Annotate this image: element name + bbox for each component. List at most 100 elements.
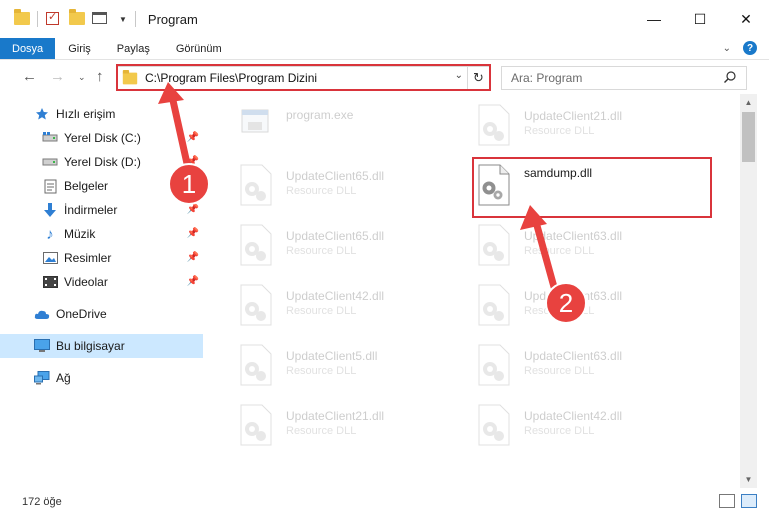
download-icon — [42, 202, 58, 218]
star-icon — [34, 106, 50, 122]
sidebar-item-local-disk-c[interactable]: Yerel Disk (C:) 📌 — [0, 126, 203, 150]
pin-icon[interactable]: 📌 — [187, 180, 199, 191]
scroll-up-icon[interactable]: ▲ — [740, 94, 757, 111]
drive-icon — [42, 130, 58, 146]
divider — [134, 11, 136, 27]
documents-icon — [42, 178, 58, 194]
pin-icon[interactable]: 📌 — [187, 204, 199, 215]
sidebar-item-label: Yerel Disk (D:) — [64, 155, 141, 169]
computer-icon — [34, 338, 50, 354]
sidebar-item-music[interactable]: ♪ Müzik 📌 — [0, 222, 203, 246]
pin-icon[interactable]: 📌 — [187, 132, 199, 143]
pin-icon[interactable]: 📌 — [187, 252, 199, 263]
file-item[interactable]: UpdateClient63.dll Resource DLL — [454, 336, 690, 388]
quick-access-toolbar: ▼ — [0, 0, 144, 38]
exe-file-icon — [241, 109, 269, 133]
file-item[interactable]: UpdateClient65.dll Resource DLL — [216, 156, 452, 208]
sidebar-item-label: Bu bilgisayar — [56, 339, 125, 353]
music-icon: ♪ — [46, 225, 54, 243]
dll-file-icon — [240, 344, 272, 386]
maximize-button[interactable]: ☐ — [677, 0, 723, 38]
help-icon[interactable]: ? — [743, 41, 757, 55]
pin-icon[interactable]: 📌 — [187, 228, 199, 239]
pin-icon[interactable]: 📌 — [187, 276, 199, 287]
file-highlight-box — [472, 157, 712, 218]
vertical-scrollbar[interactable]: ▲ ▼ — [740, 94, 757, 488]
file-item[interactable]: UpdateClient21.dll Resource DLL — [216, 396, 452, 448]
sidebar-item-documents[interactable]: Belgeler 📌 — [0, 174, 203, 198]
close-button[interactable]: ✕ — [723, 0, 769, 38]
drive-icon — [42, 154, 58, 170]
file-list: program.exe UpdateClient21.dll Resource … — [206, 94, 740, 488]
videos-icon — [42, 274, 58, 290]
dll-file-icon — [478, 284, 510, 326]
file-item[interactable]: UpdateClient42.dll Resource DLL — [216, 276, 452, 328]
pictures-icon — [42, 250, 58, 266]
folder-icon — [14, 9, 30, 26]
dll-file-icon — [240, 224, 272, 266]
new-folder-icon[interactable] — [69, 9, 85, 26]
expand-ribbon-icon[interactable]: ⌄ — [723, 43, 731, 54]
file-name: UpdateClient5.dll — [286, 349, 378, 363]
dll-file-icon — [240, 404, 272, 446]
sidebar-item-label: Müzik — [64, 227, 96, 241]
dll-file-icon — [478, 344, 510, 386]
file-item[interactable]: UpdateClient65.dll Resource DLL — [216, 216, 452, 268]
forward-button[interactable]: → — [50, 68, 65, 85]
dll-file-icon — [240, 164, 272, 206]
recent-locations-icon[interactable]: ⌄ — [78, 72, 86, 83]
search-input[interactable]: Ara: Program — [501, 66, 747, 90]
file-type: Resource DLL — [286, 245, 357, 257]
scroll-thumb[interactable] — [742, 112, 755, 162]
tab-file[interactable]: Dosya — [0, 38, 56, 59]
divider — [37, 11, 38, 27]
file-name: UpdateClient21.dll — [524, 109, 623, 123]
sidebar-item-label: Belgeler — [64, 179, 109, 193]
file-name: UpdateClient63.dll — [524, 289, 623, 303]
file-name: UpdateClient42.dll — [524, 409, 623, 423]
file-type: Resource DLL — [524, 125, 595, 137]
dll-file-icon — [478, 404, 510, 446]
cloud-icon — [34, 306, 50, 322]
window-title: Program — [147, 11, 198, 27]
file-type: Resource DLL — [524, 365, 595, 377]
sidebar-item-videos[interactable]: Videolar 📌 — [0, 270, 203, 294]
properties-check-icon[interactable] — [46, 10, 60, 26]
sidebar-item-label: OneDrive — [56, 307, 107, 321]
file-item[interactable]: UpdateClient42.dll Resource DLL — [454, 396, 690, 448]
qat-dropdown-icon[interactable]: ▼ — [119, 15, 127, 24]
sidebar-item-label: Hızlı erişim — [56, 107, 116, 121]
details-view-icon[interactable] — [719, 494, 735, 508]
search-icon[interactable] — [723, 70, 737, 84]
sidebar-item-this-pc[interactable]: Bu bilgisayar — [0, 334, 203, 358]
file-name: UpdateClient63.dll — [524, 229, 623, 243]
file-item[interactable]: UpdateClient21.dll Resource DLL — [454, 96, 690, 148]
dll-file-icon — [240, 284, 272, 326]
back-button[interactable]: ← — [22, 68, 37, 85]
tiles-view-icon[interactable] — [741, 494, 757, 508]
tab-share[interactable]: Paylaş — [104, 38, 163, 59]
file-item[interactable]: program.exe — [216, 96, 452, 148]
minimize-button[interactable]: — — [631, 0, 677, 38]
sidebar-item-local-disk-d[interactable]: Yerel Disk (D:) 📌 — [0, 150, 203, 174]
sidebar-item-onedrive[interactable]: OneDrive — [0, 302, 203, 326]
file-type: Resource DLL — [524, 245, 595, 257]
scroll-down-icon[interactable]: ▼ — [740, 471, 757, 488]
file-item[interactable]: UpdateClient63.dll Resource DLL — [454, 276, 690, 328]
sidebar-item-quick-access[interactable]: Hızlı erişim — [0, 102, 203, 126]
tab-view[interactable]: Görünüm — [163, 38, 235, 59]
sidebar-item-downloads[interactable]: İndirmeler 📌 — [0, 198, 203, 222]
file-item[interactable]: UpdateClient5.dll Resource DLL — [216, 336, 452, 388]
file-item[interactable]: UpdateClient63.dll Resource DLL — [454, 216, 690, 268]
pin-icon[interactable]: 📌 — [187, 156, 199, 167]
tab-home[interactable]: Giriş — [55, 38, 104, 59]
up-button[interactable]: ↑ — [96, 68, 104, 85]
file-name: UpdateClient21.dll — [286, 409, 385, 423]
properties-icon[interactable] — [92, 12, 110, 26]
sidebar-item-network[interactable]: Ağ — [0, 366, 203, 390]
file-type: Resource DLL — [524, 425, 595, 437]
navigation-pane: Hızlı erişim Yerel Disk (C:) 📌 Yerel Dis… — [0, 94, 206, 488]
sidebar-item-pictures[interactable]: Resimler 📌 — [0, 246, 203, 270]
navigation-bar: ← → ⌄ ↑ C:\Program Files\Program Dizini … — [0, 60, 769, 94]
file-name: UpdateClient42.dll — [286, 289, 385, 303]
